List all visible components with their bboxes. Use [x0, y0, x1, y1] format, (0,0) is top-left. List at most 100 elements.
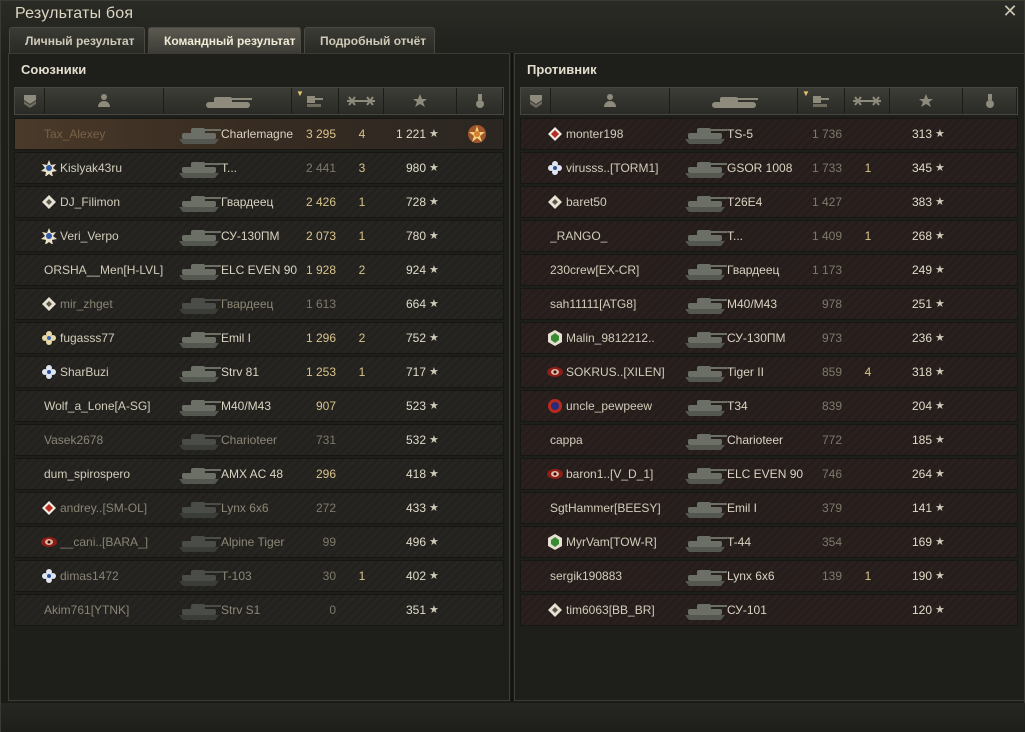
- tank-image: [179, 570, 221, 586]
- xp-value: 1 221: [395, 127, 426, 141]
- sort-desc-icon: ▼: [802, 89, 810, 98]
- rank-badge-icon: [42, 331, 56, 345]
- table-row[interactable]: monter198 TS-5 1 736 313 ★: [520, 118, 1018, 150]
- kills-icon: [853, 96, 881, 106]
- xp-value: 433: [405, 501, 426, 515]
- table-row[interactable]: Kislyak43ru T... 2 441 3 980 ★: [14, 152, 504, 184]
- table-row[interactable]: sergik190883 Lynx 6x6 139 1 190 ★: [520, 560, 1018, 592]
- header-star-column[interactable]: [384, 88, 457, 114]
- table-row[interactable]: andrey..[SM-OL] Lynx 6x6 272 433 ★: [14, 492, 504, 524]
- xp-star-icon: ★: [429, 230, 439, 242]
- rank-badge-icon: [548, 195, 562, 209]
- tank-image: [179, 128, 221, 144]
- rank-badge-icon: [548, 399, 562, 413]
- table-row[interactable]: virusss..[TORM1] GSOR 1008 1 733 1 345 ★: [520, 152, 1018, 184]
- xp-value: 169: [911, 535, 932, 549]
- enemies-table-header: ▼: [520, 87, 1018, 115]
- table-row[interactable]: dimas1472 T-103 30 1 402 ★: [14, 560, 504, 592]
- header-damage-column[interactable]: ▼: [292, 88, 339, 114]
- xp-star-icon: ★: [935, 604, 945, 616]
- tank-image: [685, 434, 727, 450]
- kills-value: [853, 425, 883, 455]
- header-rank-column[interactable]: [521, 88, 551, 114]
- kills-value: 1: [358, 365, 366, 379]
- rank-badge-icon: [548, 603, 562, 617]
- tank-icon: [205, 97, 252, 108]
- tank-image: [685, 502, 727, 518]
- kills-value: 1: [864, 569, 872, 583]
- table-row[interactable]: uncle_pewpeew T34 839 204 ★: [520, 390, 1018, 422]
- table-row[interactable]: dum_spirospero AMX AC 48 296 418 ★: [14, 458, 504, 490]
- tab-team-result[interactable]: Командный результат: [148, 27, 301, 53]
- header-medal-column[interactable]: [963, 88, 1017, 114]
- xp-value: 264: [911, 467, 932, 481]
- table-row[interactable]: mir_zhget Гвардеец 1 613 664 ★: [14, 288, 504, 320]
- rank-badge-icon: [548, 534, 562, 550]
- table-row[interactable]: sah11111[ATG8] M40/M43 978 251 ★: [520, 288, 1018, 320]
- table-row[interactable]: DJ_Filimon Гвардеец 2 426 1 728 ★: [14, 186, 504, 218]
- table-row[interactable]: tim6063[BB_BR] СУ-101 120 ★: [520, 594, 1018, 626]
- table-row[interactable]: ORSHA__Men[H-LVL] ELC EVEN 90 1 928 2 924 ★: [14, 254, 504, 286]
- damage-value: 30: [322, 569, 336, 583]
- table-row[interactable]: MyrVam[TOW-R] T-44 354 169 ★: [520, 526, 1018, 558]
- header-rank-column[interactable]: [15, 88, 45, 114]
- table-row[interactable]: Akim761[YTNK] Strv S1 0 351 ★: [14, 594, 504, 626]
- xp-star-icon: ★: [429, 400, 439, 412]
- kills-value: [853, 187, 883, 217]
- panel-divider: [511, 53, 513, 701]
- header-star-column[interactable]: [890, 88, 963, 114]
- table-row[interactable]: Wolf_a_Lone[A-SG] M40/M43 907 523 ★: [14, 390, 504, 422]
- header-medal-column[interactable]: [457, 88, 503, 114]
- xp-star-icon: ★: [429, 468, 439, 480]
- header-player-column[interactable]: [551, 88, 670, 114]
- table-row[interactable]: SharBuzi Strv 81 1 253 1 717 ★: [14, 356, 504, 388]
- table-row[interactable]: fugasss77 Emil I1 296 2 752 ★: [14, 322, 504, 354]
- rank-badge-icon: [41, 537, 57, 547]
- rank-badge-icon: [42, 501, 56, 515]
- xp-star-icon: ★: [935, 468, 945, 480]
- table-row[interactable]: Malin_9812212.. СУ-130ПМ 973 236 ★: [520, 322, 1018, 354]
- tab-detailed-report[interactable]: Подробный отчёт: [304, 27, 435, 53]
- rank-badge-icon: [42, 365, 56, 379]
- xp-value: 523: [405, 399, 426, 413]
- star-icon: [413, 94, 427, 107]
- player-name: dum_spirospero: [44, 467, 131, 481]
- header-kills-column[interactable]: [845, 88, 890, 114]
- tank-image: [685, 570, 727, 586]
- tank-image: [179, 366, 221, 382]
- table-row[interactable]: cappa Charioteer 772 185 ★: [520, 424, 1018, 456]
- player-icon: [98, 94, 110, 107]
- xp-value: 780: [405, 229, 426, 243]
- tank-image: [685, 230, 727, 246]
- close-icon[interactable]: ✕: [1000, 1, 1020, 21]
- header-tank-column[interactable]: [164, 88, 292, 114]
- table-row[interactable]: baron1..[V_D_1] ELC EVEN 90 746 264 ★: [520, 458, 1018, 490]
- kills-value: [347, 459, 377, 489]
- damage-value: 1 613: [305, 297, 336, 311]
- table-row[interactable]: baret50 T26E4 1 427 383 ★: [520, 186, 1018, 218]
- medal-icon[interactable]: [467, 124, 487, 144]
- xp-value: 728: [405, 195, 426, 209]
- table-row[interactable]: Veri_Verpo СУ-130ПМ 2 073 1 780 ★: [14, 220, 504, 252]
- table-row[interactable]: __cani..[BARA_] Alpine Tiger 99 496 ★: [14, 526, 504, 558]
- table-row[interactable]: SOKRUS..[XILEN] Tiger II 859 4 318 ★: [520, 356, 1018, 388]
- xp-value: 204: [911, 399, 932, 413]
- xp-value: 313: [911, 127, 932, 141]
- header-player-column[interactable]: [45, 88, 164, 114]
- tank-image: [685, 298, 727, 314]
- xp-value: 236: [911, 331, 932, 345]
- player-name: cappa: [550, 433, 583, 447]
- xp-star-icon: ★: [429, 298, 439, 310]
- table-row[interactable]: SgtHammer[BEESY] Emil I 379 141 ★: [520, 492, 1018, 524]
- header-damage-column[interactable]: ▼: [798, 88, 845, 114]
- table-row[interactable]: _RANGO_ T... 1 409 1 268 ★: [520, 220, 1018, 252]
- tab-personal-result[interactable]: Личный результат: [9, 27, 145, 53]
- table-row[interactable]: 230crew[EX-CR] Гвардеец 1 173 249 ★: [520, 254, 1018, 286]
- header-tank-column[interactable]: [670, 88, 798, 114]
- table-row[interactable]: Tax_Alexey Charlemagne 3 295 4 1 221 ★: [14, 118, 504, 150]
- header-kills-column[interactable]: [339, 88, 384, 114]
- rank-badge-icon: [547, 469, 563, 479]
- xp-value: 318: [911, 365, 932, 379]
- tank-image: [179, 400, 221, 416]
- table-row[interactable]: Vasek2678 Charioteer 731 532 ★: [14, 424, 504, 456]
